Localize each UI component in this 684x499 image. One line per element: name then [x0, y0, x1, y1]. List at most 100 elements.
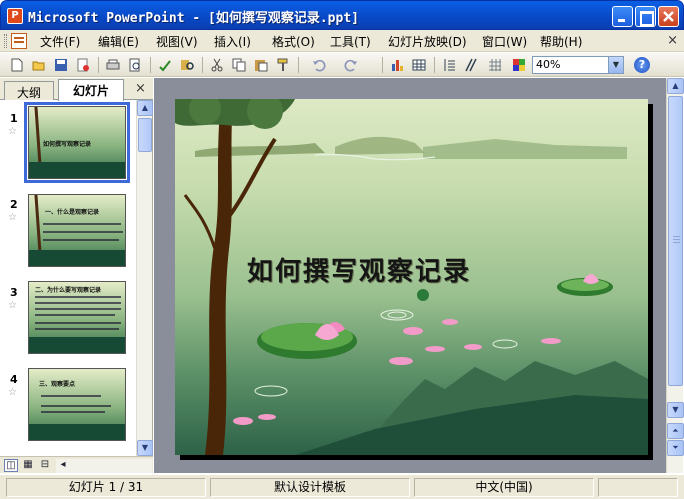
- horizontal-scrollbar[interactable]: ◂: [56, 459, 152, 473]
- scrollbar-thumb[interactable]: [138, 118, 152, 152]
- insert-chart-button[interactable]: [388, 56, 406, 74]
- chevron-down-icon[interactable]: ▼: [608, 57, 623, 73]
- grid-button[interactable]: [486, 56, 504, 74]
- menu-bar: 文件(F) 编辑(E) 视图(V) 插入(I) 格式(O) 工具(T) 幻灯片放…: [0, 30, 684, 52]
- thumbnail-number: 2: [10, 198, 18, 211]
- tab-slides[interactable]: 幻灯片: [58, 79, 124, 101]
- menu-grip-handle[interactable]: [4, 34, 7, 48]
- color-grayscale-button[interactable]: [510, 56, 528, 74]
- undo-button[interactable]: [310, 56, 328, 74]
- scroll-up-icon[interactable]: ▲: [667, 78, 684, 94]
- document-close-icon[interactable]: ×: [667, 33, 678, 48]
- current-slide[interactable]: 如何撰写观察记录: [175, 99, 648, 455]
- slide-thumbnail-1[interactable]: 如何撰写观察记录: [24, 102, 130, 183]
- close-window-button[interactable]: [658, 6, 679, 27]
- permission-button[interactable]: [74, 56, 92, 74]
- toolbar-separator: [98, 57, 99, 73]
- previous-slide-icon[interactable]: ⏶: [667, 423, 684, 439]
- slide-thumbnail-4[interactable]: 三、观察要点: [28, 368, 126, 441]
- show-formatting-button[interactable]: [462, 56, 480, 74]
- menu-slideshow[interactable]: 幻灯片放映(D): [388, 33, 467, 50]
- menu-edit[interactable]: 编辑(E): [98, 33, 139, 50]
- toolbar-separator: [382, 57, 383, 73]
- slide-vertical-scrollbar[interactable]: ▲ ▼ ⏶ ⏷: [666, 78, 684, 473]
- thumbnail-text-line: [43, 231, 123, 233]
- slides-outline-pane: 大纲 幻灯片 × 1 ☆ 如何撰写观察记录 2 ☆ 一、什么是观察记录 3 ☆ …: [0, 78, 153, 473]
- expand-all-button[interactable]: [440, 56, 458, 74]
- format-painter-icon: [277, 58, 288, 71]
- title-bar: P Microsoft PowerPoint - [如何撰写观察记录.ppt]: [0, 0, 684, 30]
- pane-tabs: 大纲 幻灯片 ×: [0, 78, 153, 101]
- slide-position-status: 幻灯片 1 / 31: [6, 478, 206, 497]
- scroll-left-icon[interactable]: ◂: [56, 459, 70, 472]
- scroll-up-icon[interactable]: ▲: [137, 100, 153, 116]
- menu-help[interactable]: 帮助(H): [540, 33, 582, 50]
- thumbnail-grass-art: [29, 337, 125, 353]
- maximize-button[interactable]: [635, 6, 656, 27]
- copy-button[interactable]: [230, 56, 248, 74]
- design-template-status[interactable]: 默认设计模板: [210, 478, 410, 497]
- normal-view-icon[interactable]: ◫: [4, 459, 18, 472]
- redo-button[interactable]: [342, 56, 360, 74]
- toolbar-separator: [150, 57, 151, 73]
- menu-file[interactable]: 文件(F): [40, 33, 80, 50]
- thumbnails-scrollbar[interactable]: ▲ ▼: [136, 100, 153, 456]
- toolbar-separator: [202, 57, 203, 73]
- next-slide-icon[interactable]: ⏷: [667, 440, 684, 456]
- slide-title[interactable]: 如何撰写观察记录: [247, 251, 471, 288]
- scroll-down-icon[interactable]: ▼: [137, 440, 153, 456]
- slide-sorter-view-icon[interactable]: ▦: [21, 459, 35, 472]
- thumbnail-number: 1: [10, 112, 18, 125]
- toolbar-separator: [434, 57, 435, 73]
- minimize-button[interactable]: [612, 6, 633, 27]
- menu-insert[interactable]: 插入(I): [214, 33, 251, 50]
- cut-button[interactable]: [208, 56, 226, 74]
- thumbnail-title: 一、什么是观察记录: [45, 209, 100, 216]
- thumbnail-text-line: [35, 328, 119, 330]
- animation-star-icon: ☆: [8, 387, 17, 398]
- print-preview-button[interactable]: [126, 56, 144, 74]
- research-button[interactable]: [178, 56, 196, 74]
- thumbnail-grass-art: [29, 162, 125, 178]
- spellcheck-icon: [159, 60, 171, 72]
- close-pane-icon[interactable]: ×: [135, 81, 146, 96]
- save-button[interactable]: [52, 56, 70, 74]
- copy-icon: [232, 58, 246, 72]
- slide-thumbnail-3[interactable]: 二、为什么要写观察记录: [28, 281, 126, 354]
- menu-tools[interactable]: 工具(T): [330, 33, 371, 50]
- menu-window[interactable]: 窗口(W): [482, 33, 527, 50]
- scrollbar-grip: [673, 242, 680, 243]
- help-icon[interactable]: ?: [634, 57, 650, 73]
- paste-clipboard-icon: [255, 60, 268, 72]
- spelling-button[interactable]: [156, 56, 174, 74]
- menu-format[interactable]: 格式(O): [272, 33, 315, 50]
- thumbnail-text-line: [35, 314, 115, 316]
- tab-outline[interactable]: 大纲: [4, 81, 54, 100]
- powerpoint-app-icon[interactable]: P: [7, 8, 23, 24]
- thumbnail-text-line: [35, 296, 121, 298]
- print-button[interactable]: [104, 56, 122, 74]
- paste-button[interactable]: [252, 56, 270, 74]
- undo-icon: [313, 59, 326, 72]
- document-icon[interactable]: [11, 33, 27, 49]
- menu-view[interactable]: 视图(V): [156, 33, 198, 50]
- open-button[interactable]: [30, 56, 48, 74]
- slide-editing-area: 如何撰写观察记录: [154, 78, 666, 473]
- toolbar-separator: [298, 57, 299, 73]
- scrollbar-thumb[interactable]: [668, 96, 683, 386]
- thumbnail-text-line: [41, 411, 105, 413]
- zoom-select[interactable]: 40% ▼: [532, 56, 624, 74]
- view-buttons-bar: ◫ ▦ ⊟ ◂: [0, 456, 153, 473]
- thumbnail-text-line: [43, 223, 121, 225]
- format-painter-button[interactable]: [274, 56, 292, 74]
- scroll-down-icon[interactable]: ▼: [667, 402, 684, 418]
- thumbnail-text-line: [41, 395, 101, 397]
- insert-table-button[interactable]: [410, 56, 428, 74]
- expand-all-icon: [444, 59, 455, 71]
- thumbnail-title: 如何撰写观察记录: [43, 141, 92, 148]
- permission-icon: [77, 58, 89, 72]
- slideshow-view-icon[interactable]: ⊟: [38, 459, 52, 472]
- new-button[interactable]: [8, 56, 26, 74]
- slide-thumbnail-2[interactable]: 一、什么是观察记录: [28, 194, 126, 267]
- animation-star-icon: ☆: [8, 126, 17, 137]
